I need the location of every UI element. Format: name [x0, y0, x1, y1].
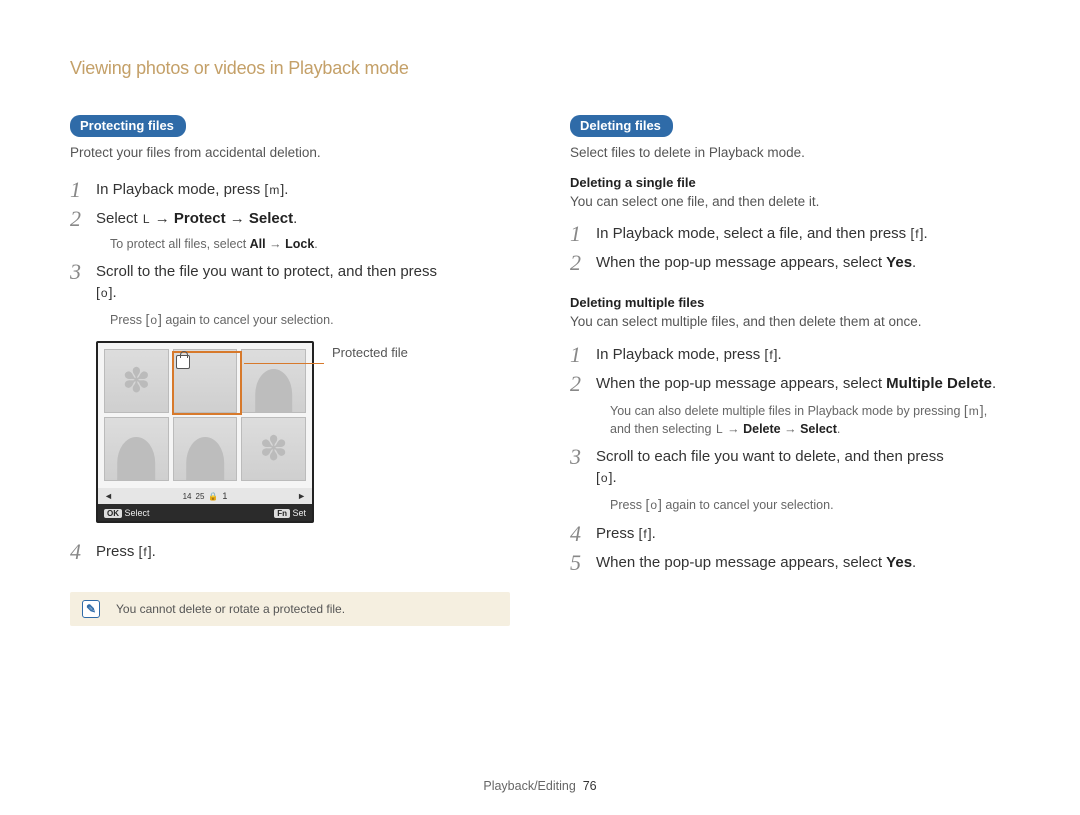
- screenshot-row: ✽ ✽ ◄ 14 25 🔒: [96, 341, 510, 523]
- page-footer: Playback/Editing 76: [0, 779, 1080, 793]
- ok-button-icon: o: [596, 468, 612, 488]
- delete-multi-step-1: In Playback mode, press f.: [570, 340, 1010, 369]
- protect-step-2-sub: To protect all files, select All → Lock.: [70, 233, 510, 257]
- menu-button-icon: m: [264, 180, 284, 200]
- protect-steps-cont: Scroll to the ﬁle you want to protect, a…: [70, 257, 510, 307]
- delete-single-step-2: When the pop-up message appears, select …: [570, 248, 1010, 277]
- person-icon: [118, 437, 156, 480]
- thumbnail-grid: ✽ ✽: [104, 349, 306, 481]
- thumb: ✽: [241, 417, 306, 481]
- thumb: [104, 417, 169, 481]
- fn-button-icon: f: [639, 524, 652, 544]
- protect-intro: Protect your files from accidental delet…: [70, 143, 510, 163]
- lock-indicator-icon: 🔒: [208, 492, 218, 501]
- file-options-icon: L: [142, 212, 151, 226]
- nav-left-icon: ◄: [104, 491, 113, 501]
- screenshot-info-bar: ◄ 14 25 🔒 1 ►: [98, 488, 312, 504]
- delete-multi-steps: In Playback mode, press f. When the pop-…: [570, 340, 1010, 398]
- camera-screenshot: ✽ ✽ ◄ 14 25 🔒: [96, 341, 314, 523]
- section-pill-deleting: Deleting files: [570, 115, 673, 137]
- section-pill-protecting: Protecting files: [70, 115, 186, 137]
- lock-icon: [176, 355, 190, 369]
- fn-chip: Fn: [274, 509, 290, 518]
- left-column: Protecting files Protect your files from…: [70, 115, 510, 626]
- protect-step-3-sub: Press o again to cancel your selection.: [70, 307, 510, 333]
- right-column: Deleting files Select files to delete in…: [570, 115, 1010, 626]
- ok-button-icon: o: [96, 283, 112, 303]
- nav-right-icon: ►: [297, 491, 306, 501]
- delete-button-icon: f: [764, 345, 777, 365]
- ok-chip: OK: [104, 509, 122, 518]
- page-title: Viewing photos or videos in Playback mod…: [70, 58, 1010, 79]
- protected-file-callout: Protected file: [332, 345, 408, 360]
- screenshot-footer-bar: OK Select Fn Set: [98, 504, 312, 521]
- callout-leader-line: [244, 363, 324, 364]
- note-icon: ✎: [82, 600, 100, 618]
- delete-multi-step-2-sub: You can also delete multiple files in Pl…: [570, 398, 1010, 443]
- delete-multi-text: You can select multiple files, and then …: [570, 312, 1010, 332]
- delete-multi-step-5: When the pop-up message appears, select …: [570, 548, 1010, 577]
- manual-page: Viewing photos or videos in Playback mod…: [0, 0, 1080, 626]
- delete-multi-step-2: When the pop-up message appears, select …: [570, 369, 1010, 398]
- note-text: You cannot delete or rotate a protected …: [116, 602, 345, 616]
- footer-section: Playback/Editing: [483, 779, 575, 793]
- flower-icon: ✽: [242, 418, 305, 480]
- person-icon: [186, 437, 224, 480]
- delete-multi-step-4: Press f.: [570, 519, 1010, 548]
- delete-single-text: You can select one file, and then delete…: [570, 192, 1010, 212]
- thumb: [241, 349, 306, 413]
- delete-single-subhead: Deleting a single file: [570, 175, 1010, 190]
- delete-single-step-1: In Playback mode, select a ﬁle, and then…: [570, 219, 1010, 248]
- delete-single-steps: In Playback mode, select a ﬁle, and then…: [570, 219, 1010, 277]
- file-options-icon: L: [715, 422, 724, 436]
- protect-step-2: Select L → Protect → Select.: [70, 204, 510, 233]
- thumb: ✽: [104, 349, 169, 413]
- delete-multi-steps-cont: Scroll to each ﬁle you want to delete, a…: [570, 442, 1010, 492]
- protect-step-3: Scroll to the ﬁle you want to protect, a…: [70, 257, 510, 307]
- protect-steps-end: Press f.: [70, 537, 510, 566]
- protect-steps: In Playback mode, press m. Select L → Pr…: [70, 175, 510, 233]
- ok-button-icon: o: [145, 309, 161, 329]
- thumb: [173, 417, 238, 481]
- delete-button-icon: f: [910, 224, 923, 244]
- protect-step-1: In Playback mode, press m.: [70, 175, 510, 204]
- ok-button-icon: o: [645, 494, 661, 514]
- person-icon: [255, 369, 293, 412]
- fn-button-icon: f: [139, 542, 152, 562]
- delete-multi-steps-end: Press f. When the pop-up message appears…: [570, 519, 1010, 577]
- note-box: ✎ You cannot delete or rotate a protecte…: [70, 592, 510, 626]
- protect-step-4: Press f.: [70, 537, 510, 566]
- delete-multi-subhead: Deleting multiple files: [570, 295, 1010, 310]
- menu-button-icon: m: [964, 400, 984, 420]
- delete-intro: Select files to delete in Playback mode.: [570, 143, 1010, 163]
- page-number: 76: [583, 779, 597, 793]
- delete-multi-step-3: Scroll to each ﬁle you want to delete, a…: [570, 442, 1010, 492]
- delete-multi-step-3-sub: Press o again to cancel your selection.: [570, 492, 1010, 518]
- two-column-layout: Protecting files Protect your files from…: [70, 115, 1010, 626]
- flower-icon: ✽: [105, 350, 168, 412]
